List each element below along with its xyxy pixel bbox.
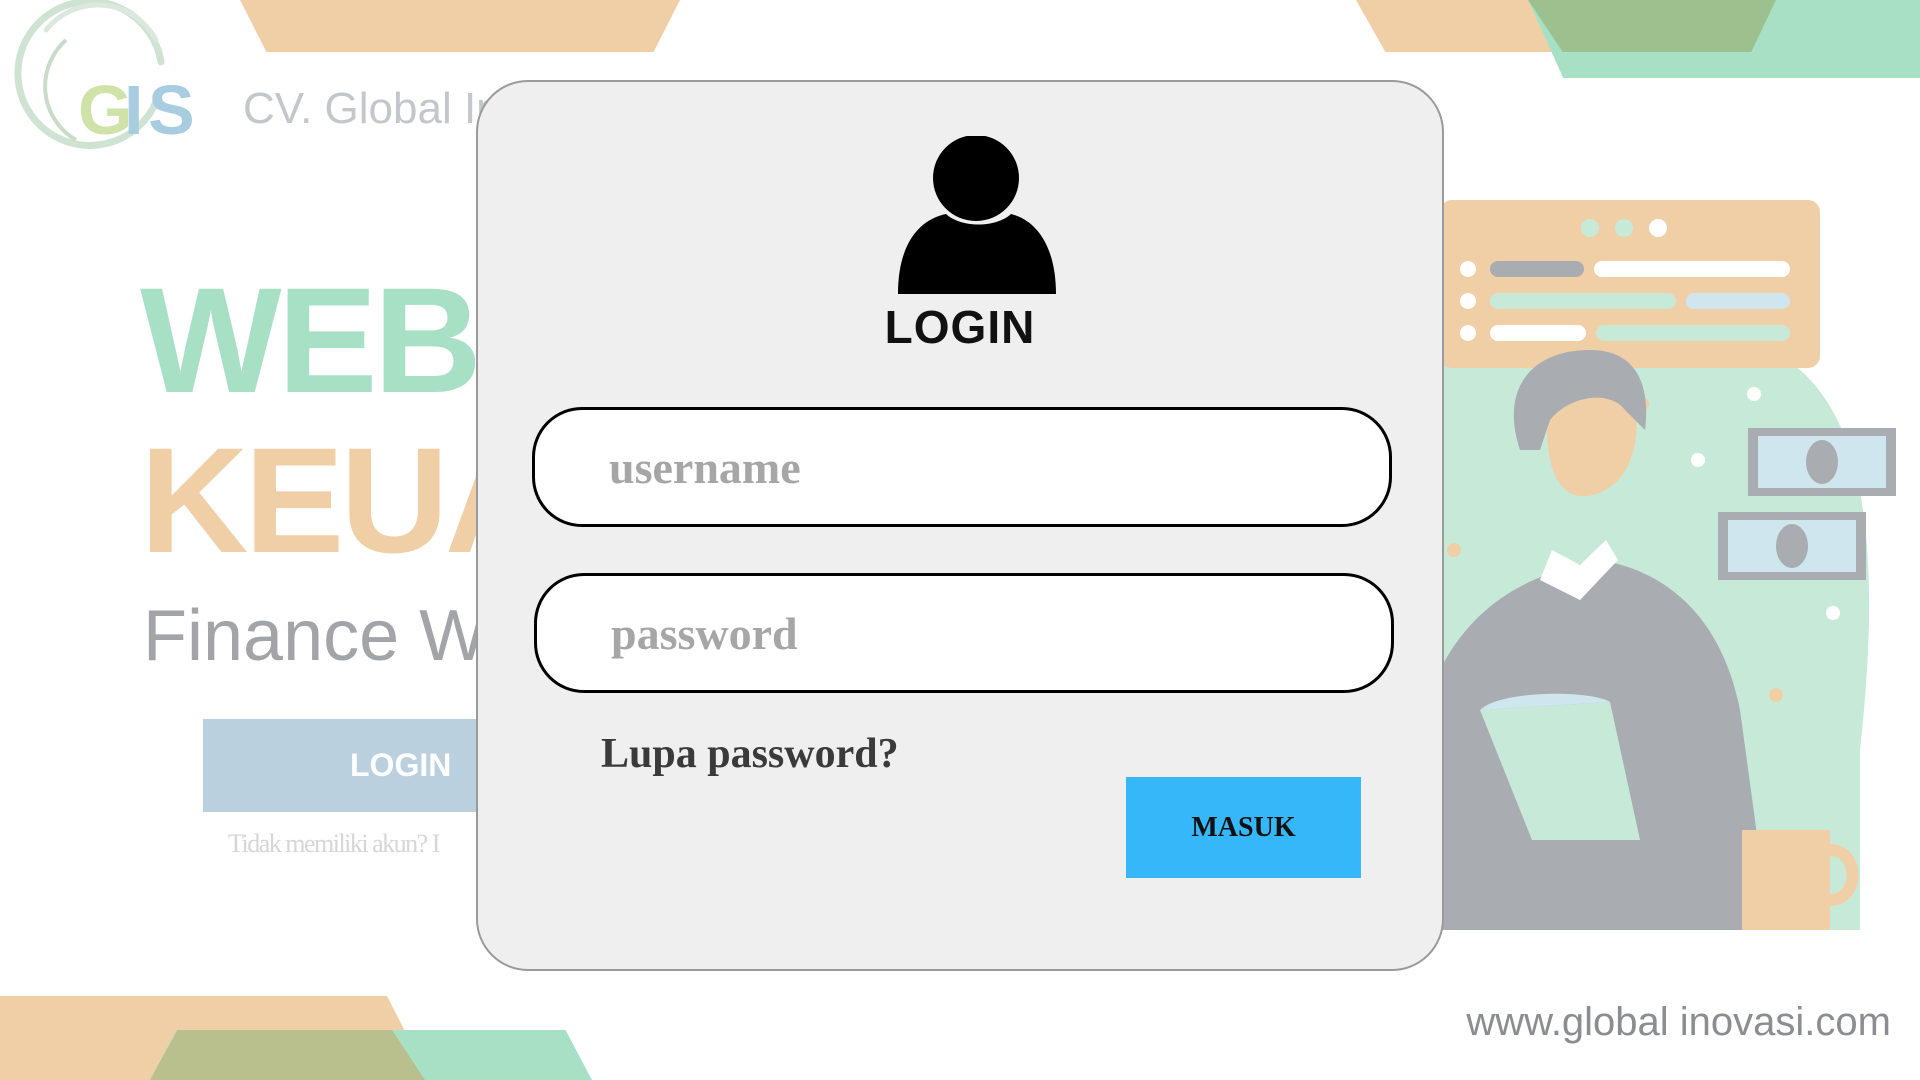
login-modal: LOGIN Lupa password? MASUK — [476, 80, 1444, 971]
finance-illustration — [1440, 200, 1896, 930]
password-input[interactable] — [534, 573, 1394, 693]
background-login-label: LOGIN — [350, 747, 452, 783]
forgot-password-link[interactable]: Lupa password? — [601, 730, 899, 778]
company-name: CV. Global In — [243, 84, 501, 133]
login-title: LOGIN — [884, 301, 1036, 353]
website-url: www.global inovasi.com — [1466, 1000, 1891, 1044]
hero-subtitle: Finance W — [143, 596, 488, 676]
gis-logo-icon: G I S — [14, 0, 195, 149]
username-input[interactable] — [532, 407, 1392, 527]
background-signup-prompt: Tidak memiliki akun? I — [228, 829, 440, 858]
masuk-button[interactable]: MASUK — [1126, 777, 1361, 878]
decor-shape-top-left — [240, 0, 680, 52]
decor-shape-bottom-left-overlap — [150, 1030, 425, 1080]
decor-shape-top-right-overlap — [1528, 0, 1776, 52]
svg-text:S: S — [148, 71, 195, 149]
user-icon — [898, 136, 1056, 294]
background-login-button: LOGIN — [203, 719, 503, 812]
svg-text:I: I — [124, 71, 143, 149]
